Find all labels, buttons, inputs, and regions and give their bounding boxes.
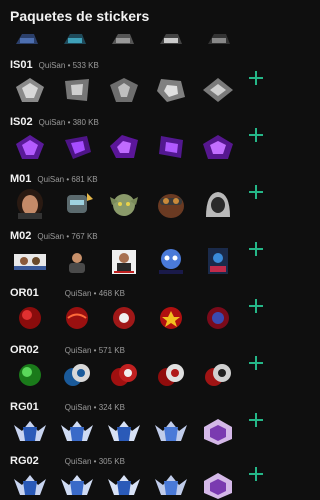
pack-row-rg02[interactable]: RG02 QuiSan • 305 KB	[0, 455, 281, 500]
sticker-man-photo	[69, 253, 85, 273]
add-pack-button-plus-icon[interactable]	[249, 413, 263, 427]
add-pack-button-plus-icon[interactable]	[249, 467, 263, 481]
page-title: Paquetes de stickers	[10, 8, 150, 24]
sticker-red-orb	[160, 307, 182, 329]
sticker-green-orb	[19, 364, 41, 386]
pack-name: IS01	[10, 59, 33, 71]
sticker-poster-character	[208, 248, 228, 274]
sticker-preview-list	[12, 417, 236, 447]
pack-name: OR01	[10, 287, 39, 299]
sticker-purple-gem	[203, 135, 233, 159]
pack-title: OR02 QuiSan • 571 KB	[10, 344, 125, 356]
sticker-rank-badge	[61, 421, 93, 441]
sticker-rank-badge	[155, 475, 187, 495]
pack-name: OR02	[10, 344, 39, 356]
sticker-goblin	[110, 194, 138, 216]
sticker-rank-badge	[108, 421, 140, 441]
sticker-red-orb	[207, 307, 229, 329]
pack-title: M02 QuiSan • 767 KB	[10, 230, 98, 242]
sticker-dark-car	[16, 34, 38, 44]
add-pack-button-plus-icon[interactable]	[249, 128, 263, 142]
sticker-dark-car	[160, 34, 182, 44]
pack-title: M01 QuiSan • 681 KB	[10, 173, 98, 185]
sticker-dark-car	[112, 34, 134, 44]
sticker-preview-list	[12, 246, 236, 276]
pack-meta: QuiSan • 324 KB	[64, 403, 125, 412]
sticker-preview-list	[12, 303, 236, 333]
sticker-preview-list	[12, 132, 236, 162]
sticker-dark-car	[208, 34, 230, 44]
sticker-rank-badge	[14, 475, 46, 495]
pack-row-is02[interactable]: IS02 QuiSan • 380 KB	[0, 116, 281, 172]
sticker-purple-gem	[159, 136, 183, 158]
add-pack-button-plus-icon[interactable]	[249, 356, 263, 370]
pack-meta: QuiSan • 681 KB	[37, 175, 98, 184]
pack-meta: QuiSan • 533 KB	[38, 61, 99, 70]
sticker-monkey-goggles	[158, 194, 184, 218]
pack-title: IS02 QuiSan • 380 KB	[10, 116, 99, 128]
pack-meta: QuiSan • 571 KB	[64, 346, 125, 355]
pack-title: RG01 QuiSan • 324 KB	[10, 401, 125, 413]
pack-title: RG02 QuiSan • 305 KB	[10, 455, 125, 467]
sticker-rank-badge	[108, 475, 140, 495]
pack-meta: QuiSan • 767 KB	[37, 232, 98, 241]
sticker-gray-gem	[16, 78, 44, 102]
sticker-gray-gem	[110, 78, 138, 102]
sticker-orb-pair	[158, 364, 184, 386]
pack-row-is01[interactable]: IS01 QuiSan • 533 KB	[0, 59, 281, 115]
sticker-preview-list	[12, 189, 236, 219]
sticker-rank-badge	[61, 475, 93, 495]
sticker-orb-pair	[111, 364, 137, 386]
add-pack-button-plus-icon[interactable]	[249, 71, 263, 85]
pack-row-m01[interactable]: M01 QuiSan • 681 KB	[0, 173, 281, 229]
pack-name: M02	[10, 230, 32, 242]
previous-pack-stickers[interactable]	[14, 30, 232, 52]
pack-name: RG01	[10, 401, 39, 413]
sticker-purple-gem	[65, 136, 91, 159]
sticker-red-orb	[66, 307, 88, 329]
pack-row-m02[interactable]: M02 QuiSan • 767 KB	[0, 230, 281, 286]
sticker-woman-face	[17, 189, 43, 219]
pack-name: IS02	[10, 116, 33, 128]
sticker-red-orb	[19, 307, 41, 329]
sticker-red-orb	[113, 307, 135, 329]
sticker-dark-car	[64, 34, 86, 44]
sticker-robot-mascot	[67, 193, 93, 213]
pack-row-rg01[interactable]: RG01 QuiSan • 324 KB	[0, 401, 281, 457]
app-header: Paquetes de stickers	[0, 0, 281, 30]
pack-title: IS01 QuiSan • 533 KB	[10, 59, 99, 71]
sticker-purple-gem	[16, 135, 44, 159]
sticker-orb-pair	[205, 364, 231, 386]
sticker-gray-gem	[65, 79, 89, 101]
pack-row-or02[interactable]: OR02 QuiSan • 571 KB	[0, 344, 281, 400]
sticker-people-photo	[14, 254, 46, 270]
sticker-rank-badge	[204, 419, 232, 445]
sticker-gray-gem	[203, 78, 233, 102]
pack-name: M01	[10, 173, 32, 185]
sticker-man-photo	[112, 250, 136, 274]
sticker-hooded-figure	[206, 192, 230, 217]
pack-meta: QuiSan • 380 KB	[38, 118, 99, 127]
pack-meta: QuiSan • 305 KB	[64, 457, 125, 466]
sticker-gray-gem	[157, 79, 185, 102]
pack-meta: QuiSan • 468 KB	[64, 289, 125, 298]
sticker-rank-badge	[14, 421, 46, 441]
add-pack-button-plus-icon[interactable]	[249, 242, 263, 256]
sticker-purple-gem	[110, 135, 138, 158]
sticker-rank-badge	[155, 421, 187, 441]
sticker-cartoon-character	[159, 249, 183, 274]
sticker-preview-list	[12, 471, 236, 500]
sticker-rank-badge	[204, 473, 232, 499]
pack-title: OR01 QuiSan • 468 KB	[10, 287, 125, 299]
add-pack-button-plus-icon[interactable]	[249, 185, 263, 199]
sticker-preview-list	[12, 75, 236, 105]
pack-name: RG02	[10, 455, 39, 467]
sticker-preview-list	[12, 360, 236, 390]
add-pack-button-plus-icon[interactable]	[249, 299, 263, 313]
sticker-orb-pair	[64, 364, 90, 386]
pack-row-or01[interactable]: OR01 QuiSan • 468 KB	[0, 287, 281, 343]
